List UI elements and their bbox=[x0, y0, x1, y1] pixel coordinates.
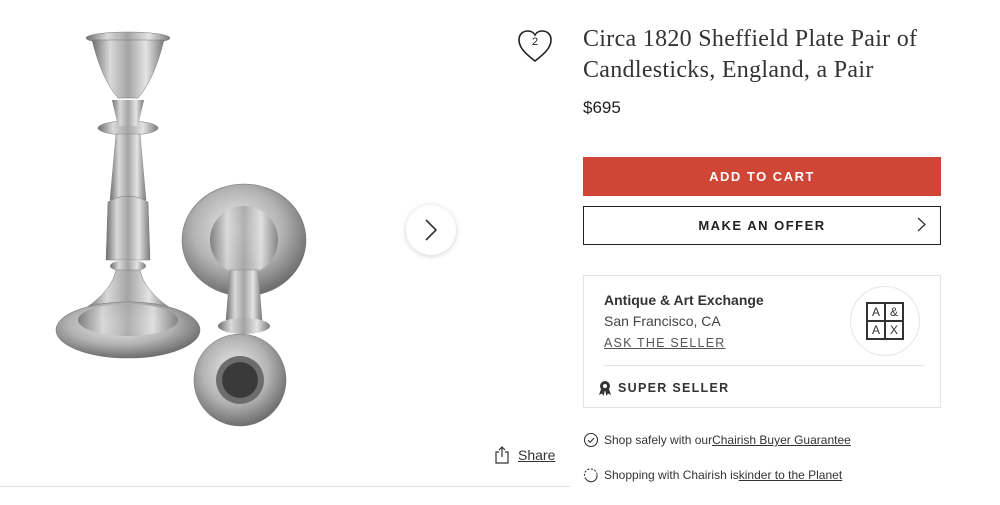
guarantee-text: Shop safely with our bbox=[604, 433, 713, 447]
planet-text: Shopping with Chairish is bbox=[604, 468, 739, 482]
logo-letter: A bbox=[867, 303, 885, 321]
logo-letter: X bbox=[885, 321, 903, 339]
divider bbox=[0, 486, 570, 487]
product-photo[interactable] bbox=[40, 20, 340, 430]
product-image-panel: Share bbox=[0, 0, 570, 487]
buyer-guarantee-row: Shop safely with our Chairish Buyer Guar… bbox=[583, 432, 851, 448]
seller-logo-grid: A & A X bbox=[866, 302, 904, 340]
super-seller-label: SUPER SELLER bbox=[618, 381, 730, 395]
seller-logo[interactable]: A & A X bbox=[850, 286, 920, 356]
share-button[interactable]: Share bbox=[494, 446, 555, 464]
chevron-right-icon bbox=[917, 217, 926, 232]
share-label: Share bbox=[518, 447, 556, 463]
award-ribbon-icon bbox=[599, 381, 611, 396]
favorite-button[interactable]: 2 bbox=[516, 28, 554, 64]
favorite-count: 2 bbox=[531, 36, 539, 48]
ask-the-seller-link[interactable]: ASK THE SELLER bbox=[604, 336, 725, 350]
seller-location: San Francisco, CA bbox=[604, 313, 721, 329]
planet-row: Shopping with Chairish is kinder to the … bbox=[583, 467, 842, 483]
super-seller-badge: SUPER SELLER bbox=[598, 380, 729, 396]
make-offer-button[interactable]: MAKE AN OFFER bbox=[583, 206, 941, 245]
next-image-button[interactable] bbox=[406, 205, 456, 255]
kinder-to-planet-link[interactable]: kinder to the Planet bbox=[739, 468, 842, 482]
logo-letter: & bbox=[885, 303, 903, 321]
chevron-right-icon bbox=[425, 219, 438, 241]
add-to-cart-button[interactable]: ADD TO CART bbox=[583, 157, 941, 196]
logo-letter: A bbox=[867, 321, 885, 339]
product-title: Circa 1820 Sheffield Plate Pair of Candl… bbox=[583, 26, 918, 83]
divider bbox=[604, 365, 924, 366]
buyer-guarantee-link[interactable]: Chairish Buyer Guarantee bbox=[712, 433, 851, 447]
seller-name[interactable]: Antique & Art Exchange bbox=[604, 292, 764, 308]
seller-card: Antique & Art Exchange San Francisco, CA… bbox=[583, 275, 941, 408]
product-price: $695 bbox=[583, 98, 621, 117]
share-icon bbox=[495, 446, 509, 464]
check-circle-icon bbox=[583, 432, 599, 448]
make-offer-label: MAKE AN OFFER bbox=[698, 218, 826, 233]
recycle-icon bbox=[583, 468, 598, 483]
